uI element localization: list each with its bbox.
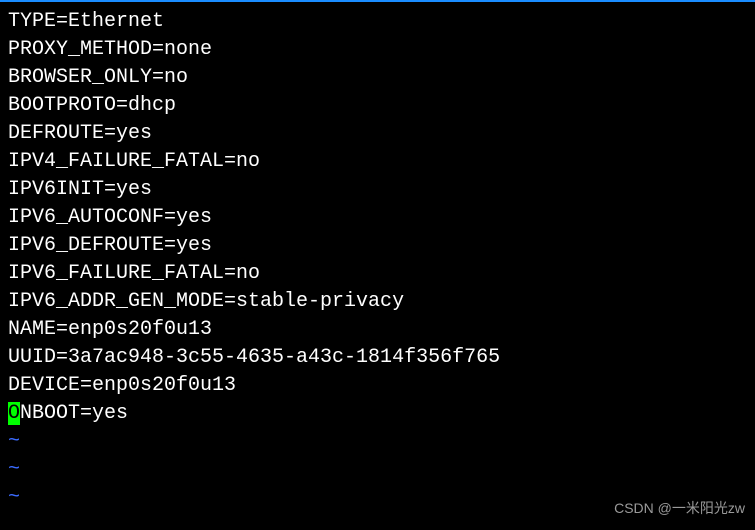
empty-line-tilde: ~	[8, 428, 747, 456]
watermark: CSDN @一米阳光zw	[614, 494, 745, 522]
config-line: IPV6_ADDR_GEN_MODE=stable-privacy	[8, 288, 747, 316]
empty-line-tilde: ~	[8, 456, 747, 484]
config-line: PROXY_METHOD=none	[8, 36, 747, 64]
config-line: IPV6INIT=yes	[8, 176, 747, 204]
config-line: BROWSER_ONLY=no	[8, 64, 747, 92]
config-line: DEFROUTE=yes	[8, 120, 747, 148]
config-line: UUID=3a7ac948-3c55-4635-a43c-1814f356f76…	[8, 344, 747, 372]
config-line: IPV6_FAILURE_FATAL=no	[8, 260, 747, 288]
config-line: NAME=enp0s20f0u13	[8, 316, 747, 344]
config-line: DEVICE=enp0s20f0u13	[8, 372, 747, 400]
config-line: IPV6_AUTOCONF=yes	[8, 204, 747, 232]
config-line: IPV6_DEFROUTE=yes	[8, 232, 747, 260]
cursor: O	[8, 402, 20, 425]
config-line: IPV4_FAILURE_FATAL=no	[8, 148, 747, 176]
config-line: BOOTPROTO=dhcp	[8, 92, 747, 120]
vi-editor-buffer[interactable]: TYPE=Ethernet PROXY_METHOD=none BROWSER_…	[0, 2, 755, 518]
config-line-rest: NBOOT=yes	[20, 402, 128, 425]
config-line-with-cursor: ONBOOT=yes	[8, 400, 747, 428]
config-line: TYPE=Ethernet	[8, 8, 747, 36]
